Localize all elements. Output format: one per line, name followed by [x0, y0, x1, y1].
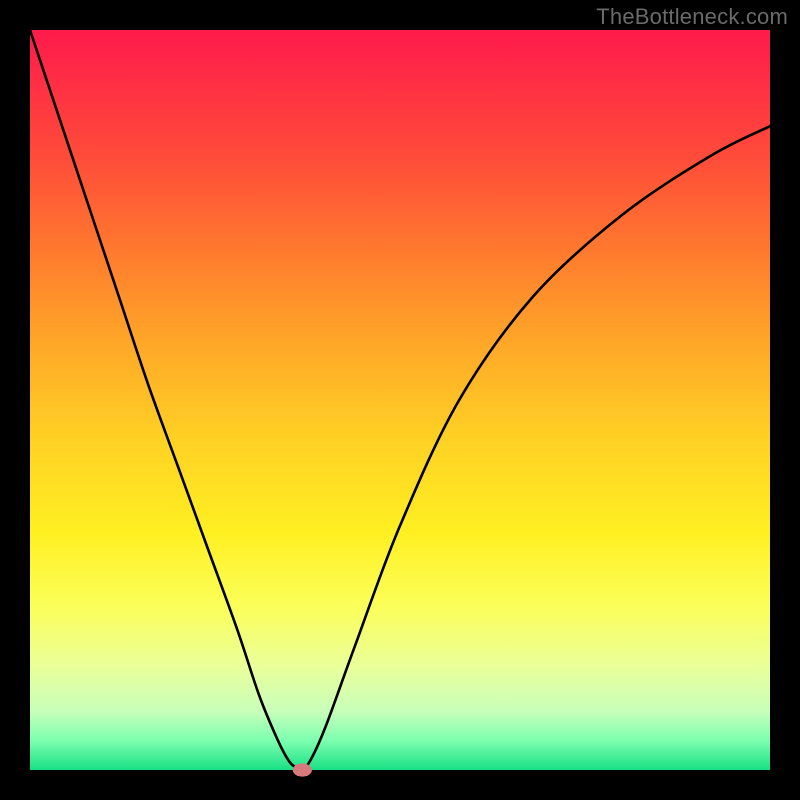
watermark-text: TheBottleneck.com [596, 4, 788, 30]
plot-area [30, 30, 770, 770]
curve-svg [30, 30, 770, 770]
min-marker [293, 763, 312, 776]
bottleneck-curve [30, 30, 770, 770]
chart-frame: TheBottleneck.com [0, 0, 800, 800]
